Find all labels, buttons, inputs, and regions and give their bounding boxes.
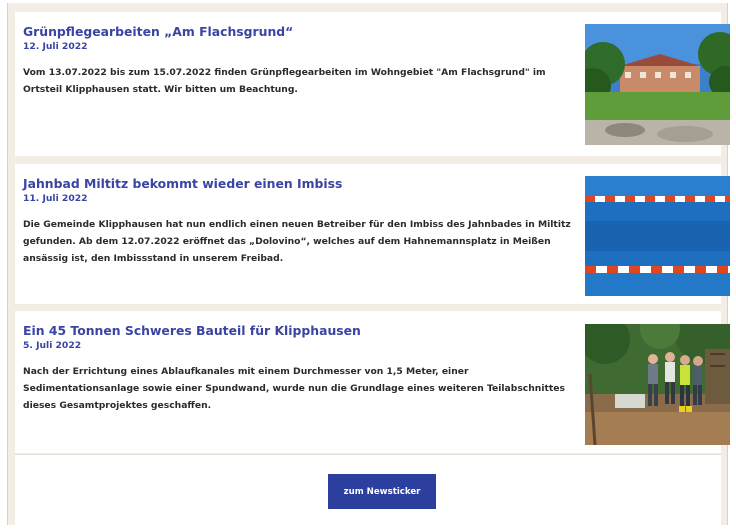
construction-site-people-photo[interactable] xyxy=(585,324,730,445)
news-card[interactable]: Grünpflegearbeiten „Am Flachsgrund“ 12. … xyxy=(15,12,730,156)
news-title[interactable]: Jahnbad Miltitz bekommt wieder einen Imb… xyxy=(23,176,342,191)
news-teaser: Vom 13.07.2022 bis zum 15.07.2022 finden… xyxy=(23,67,546,95)
park-with-houses-photo[interactable] xyxy=(585,24,730,145)
news-card[interactable]: Ein 45 Tonnen Schweres Bauteil für Klipp… xyxy=(15,311,730,453)
news-card[interactable]: Jahnbad Miltitz bekommt wieder einen Imb… xyxy=(15,164,730,304)
news-date: 12. Juli 2022 xyxy=(23,41,88,52)
news-date: 5. Juli 2022 xyxy=(23,340,82,351)
news-title[interactable]: Ein 45 Tonnen Schweres Bauteil für Klipp… xyxy=(23,323,361,338)
news-teaser: Nach der Errichtung eines Ablaufkanales … xyxy=(23,366,565,411)
news-teaser: Die Gemeinde Klipphausen hat nun endlich… xyxy=(23,219,571,264)
news-list: Grünpflegearbeiten „Am Flachsgrund“ 12. … xyxy=(7,3,730,526)
news-date: 11. Juli 2022 xyxy=(23,193,88,204)
footer: zum Newsticker xyxy=(15,454,721,526)
swimming-pool-lane-lines-photo[interactable] xyxy=(585,176,730,296)
news-title[interactable]: Grünpflegearbeiten „Am Flachsgrund“ xyxy=(23,24,293,39)
newsticker-button[interactable]: zum Newsticker xyxy=(328,474,436,509)
